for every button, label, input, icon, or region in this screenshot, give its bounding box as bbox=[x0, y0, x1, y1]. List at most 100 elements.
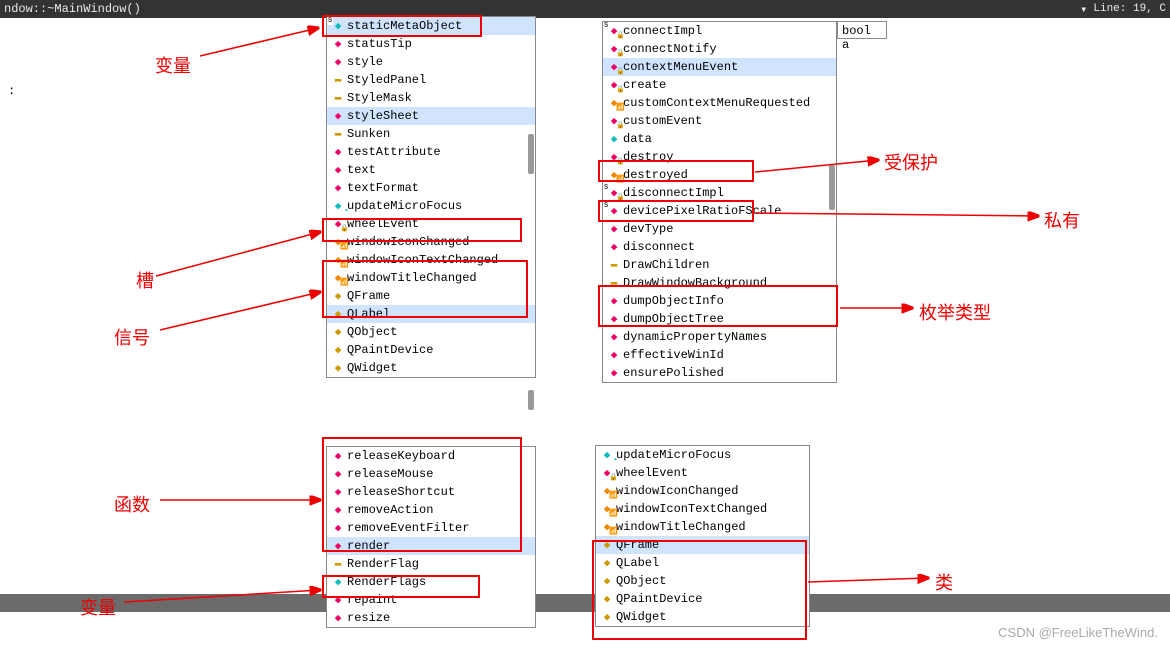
completion-item[interactable]: ◆QLabel bbox=[327, 305, 535, 323]
completion-label: dynamicPropertyNames bbox=[623, 330, 767, 344]
completion-label: textFormat bbox=[347, 181, 419, 195]
completion-label: effectiveWinId bbox=[623, 348, 724, 362]
completion-item[interactable]: ◆RenderFlags bbox=[327, 573, 535, 591]
completion-item[interactable]: ◆SstaticMetaObject bbox=[327, 17, 535, 35]
completion-item[interactable]: ◆🔒wheelEvent bbox=[327, 215, 535, 233]
window-title: ndow::~MainWindow() bbox=[4, 2, 1074, 16]
var-icon: ◆S bbox=[329, 19, 347, 33]
signal-icon: ◆📶 bbox=[329, 235, 347, 249]
class-icon: ◆ bbox=[598, 574, 616, 588]
completion-item[interactable]: ◆style bbox=[327, 53, 535, 71]
completion-popup-d[interactable]: ◆▸updateMicroFocus◆🔒wheelEvent◆📶windowIc… bbox=[595, 445, 810, 627]
completion-item[interactable]: ▬Sunken bbox=[327, 125, 535, 143]
completion-item[interactable]: ◆devType bbox=[603, 220, 836, 238]
completion-item[interactable]: ◆S🔒connectImpl bbox=[603, 22, 836, 40]
completion-item[interactable]: ◆QLabel bbox=[596, 554, 809, 572]
completion-item[interactable]: ◆QFrame bbox=[327, 287, 535, 305]
completion-item[interactable]: ◆QPaintDevice bbox=[327, 341, 535, 359]
completion-item[interactable]: ◆effectiveWinId bbox=[603, 346, 836, 364]
completion-item[interactable]: ◆textFormat bbox=[327, 179, 535, 197]
minimize-icon[interactable]: ▾ bbox=[1074, 2, 1093, 17]
enum-icon: ▬ bbox=[605, 258, 623, 272]
completion-label: QWidget bbox=[616, 610, 666, 624]
completion-label: RenderFlags bbox=[347, 575, 426, 589]
class-icon: ◆ bbox=[329, 343, 347, 357]
completion-item[interactable]: ▬StyledPanel bbox=[327, 71, 535, 89]
completion-item[interactable]: ◆styleSheet bbox=[327, 107, 535, 125]
completion-label: StyleMask bbox=[347, 91, 412, 105]
completion-item[interactable]: ◆repaint bbox=[327, 591, 535, 609]
completion-item[interactable]: ◆📶destroyed bbox=[603, 166, 836, 184]
completion-label: windowIconChanged bbox=[616, 484, 738, 498]
completion-item[interactable]: ◆🔒customEvent bbox=[603, 112, 836, 130]
completion-popup-a[interactable]: ◆SstaticMetaObject◆statusTip◆style▬Style… bbox=[326, 16, 536, 378]
completion-popup-c[interactable]: ◆S🔒connectImpl◆🔒connectNotify◆🔒contextMe… bbox=[602, 21, 837, 383]
completion-item[interactable]: ◆QPaintDevice bbox=[596, 590, 809, 608]
completion-item[interactable]: ◆resize bbox=[327, 609, 535, 627]
completion-item[interactable]: ◆ensurePolished bbox=[603, 364, 836, 382]
completion-item[interactable]: ◆QFrame bbox=[596, 536, 809, 554]
completion-item[interactable]: ◆disconnect bbox=[603, 238, 836, 256]
completion-item[interactable]: ◆testAttribute bbox=[327, 143, 535, 161]
completion-item[interactable]: ◆releaseMouse bbox=[327, 465, 535, 483]
completion-item[interactable]: ◆📶windowIconTextChanged bbox=[327, 251, 535, 269]
fn-icon: ◆ bbox=[605, 294, 623, 308]
scrollbar-a[interactable] bbox=[528, 134, 534, 174]
signal-icon: ◆📶 bbox=[598, 502, 616, 516]
completion-item[interactable]: ◆removeEventFilter bbox=[327, 519, 535, 537]
label-enum: 枚举类型 bbox=[919, 299, 991, 325]
completion-label: dumpObjectTree bbox=[623, 312, 724, 326]
completion-item[interactable]: ◆S🔒disconnectImpl bbox=[603, 184, 836, 202]
completion-item[interactable]: ◆▸updateMicroFocus bbox=[327, 197, 535, 215]
completion-item[interactable]: ◆removeAction bbox=[327, 501, 535, 519]
completion-item[interactable]: ◆🔒connectNotify bbox=[603, 40, 836, 58]
completion-item[interactable]: ◆QObject bbox=[596, 572, 809, 590]
completion-item[interactable]: ◆SdevicePixelRatioFScale bbox=[603, 202, 836, 220]
completion-item[interactable]: ◆dumpObjectTree bbox=[603, 310, 836, 328]
completion-label: releaseKeyboard bbox=[347, 449, 455, 463]
title-bar: ndow::~MainWindow() ▾ Line: 19, C bbox=[0, 0, 1170, 18]
completion-label: staticMetaObject bbox=[347, 19, 462, 33]
completion-item[interactable]: ◆releaseKeyboard bbox=[327, 447, 535, 465]
class-icon: ◆ bbox=[329, 325, 347, 339]
completion-item[interactable]: ▬DrawWindowBackground bbox=[603, 274, 836, 292]
scrollbar-a2[interactable] bbox=[528, 390, 534, 410]
completion-item[interactable]: ◆📶windowIconChanged bbox=[596, 482, 809, 500]
fn-icon: ◆ bbox=[329, 485, 347, 499]
completion-item[interactable]: ◆text bbox=[327, 161, 535, 179]
enum-icon: ▬ bbox=[329, 127, 347, 141]
completion-label: disconnectImpl bbox=[623, 186, 724, 200]
completion-label: testAttribute bbox=[347, 145, 441, 159]
completion-item[interactable]: ◆releaseShortcut bbox=[327, 483, 535, 501]
completion-item[interactable]: ◆QObject bbox=[327, 323, 535, 341]
enum-icon: ▬ bbox=[329, 73, 347, 87]
completion-item[interactable]: ▬RenderFlag bbox=[327, 555, 535, 573]
completion-item[interactable]: ◆📶windowIconTextChanged bbox=[596, 500, 809, 518]
completion-item[interactable]: ◆render bbox=[327, 537, 535, 555]
completion-item[interactable]: ◆dynamicPropertyNames bbox=[603, 328, 836, 346]
var-icon: ◆ bbox=[329, 575, 347, 589]
scrollbar-c[interactable] bbox=[829, 165, 835, 210]
completion-item[interactable]: ◆🔒wheelEvent bbox=[596, 464, 809, 482]
completion-label: ensurePolished bbox=[623, 366, 724, 380]
completion-item[interactable]: ◆📶windowTitleChanged bbox=[596, 518, 809, 536]
completion-item[interactable]: ◆🔒contextMenuEvent bbox=[603, 58, 836, 76]
completion-item[interactable]: ◆📶windowTitleChanged bbox=[327, 269, 535, 287]
completion-item[interactable]: ◆QWidget bbox=[596, 608, 809, 626]
completion-item[interactable]: ◆📶customContextMenuRequested bbox=[603, 94, 836, 112]
completion-item[interactable]: ◆🔒create bbox=[603, 76, 836, 94]
fn-icon: ◆ bbox=[605, 222, 623, 236]
completion-label: QFrame bbox=[347, 289, 390, 303]
completion-item[interactable]: ▬DrawChildren bbox=[603, 256, 836, 274]
completion-item[interactable]: ◆statusTip bbox=[327, 35, 535, 53]
completion-item[interactable]: ▬StyleMask bbox=[327, 89, 535, 107]
completion-popup-b[interactable]: ◆releaseKeyboard◆releaseMouse◆releaseSho… bbox=[326, 446, 536, 628]
completion-item[interactable]: ◆QWidget bbox=[327, 359, 535, 377]
completion-item[interactable]: ◆▸updateMicroFocus bbox=[596, 446, 809, 464]
prot-icon: ◆🔒 bbox=[605, 60, 623, 74]
completion-item[interactable]: ◆🔒destroy bbox=[603, 148, 836, 166]
completion-item[interactable]: ◆data bbox=[603, 130, 836, 148]
fn-icon: ◆ bbox=[329, 37, 347, 51]
completion-item[interactable]: ◆📶windowIconChanged bbox=[327, 233, 535, 251]
completion-item[interactable]: ◆dumpObjectInfo bbox=[603, 292, 836, 310]
